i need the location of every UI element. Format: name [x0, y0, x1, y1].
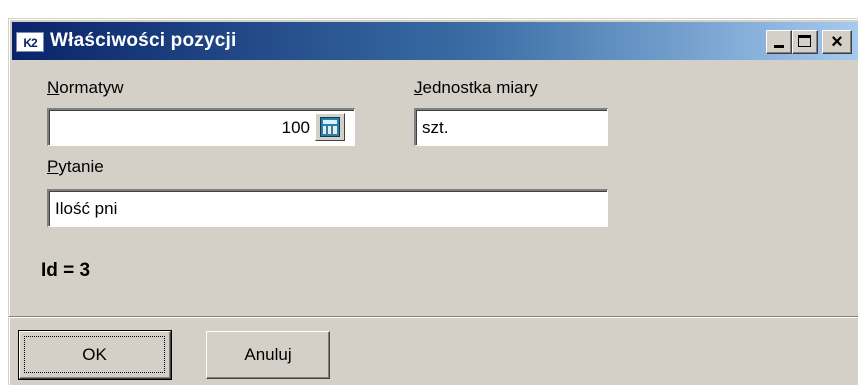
close-icon: ×	[831, 31, 843, 53]
app-logo-icon: K2	[16, 32, 44, 52]
cancel-button[interactable]: Anuluj	[206, 331, 330, 379]
jednostka-input[interactable]	[414, 108, 608, 146]
normatyw-label: Normatyw	[47, 78, 124, 98]
minimize-button[interactable]	[766, 30, 792, 54]
properties-dialog: K2 Właściwości pozycji × Normatyw Jednos…	[8, 18, 858, 385]
pytanie-label-text: ytanie	[58, 157, 104, 176]
jednostka-label: Jednostka miary	[414, 78, 538, 98]
jednostka-label-accesskey: J	[414, 78, 423, 97]
normatyw-label-text: ormatyw	[59, 78, 124, 97]
maximize-icon	[798, 35, 811, 47]
maximize-button[interactable]	[792, 30, 818, 54]
normatyw-input[interactable]	[47, 108, 355, 146]
ok-button-label: OK	[24, 336, 165, 373]
window-title: Właściwości pozycji	[50, 30, 237, 51]
calculator-button[interactable]	[315, 113, 345, 141]
pytanie-label-accesskey: P	[47, 157, 59, 176]
ok-button[interactable]: OK	[18, 330, 172, 380]
button-bar-separator	[9, 316, 858, 318]
normatyw-label-accesskey: N	[47, 78, 60, 97]
close-button[interactable]: ×	[822, 30, 852, 54]
minimize-icon	[774, 45, 784, 48]
calculator-icon	[320, 117, 340, 137]
title-bar[interactable]: K2 Właściwości pozycji ×	[12, 22, 858, 60]
jednostka-label-text: ednostka miary	[422, 78, 538, 97]
pytanie-input[interactable]	[47, 189, 608, 227]
id-display: Id = 3	[41, 260, 91, 281]
pytanie-label: Pytanie	[47, 157, 104, 177]
